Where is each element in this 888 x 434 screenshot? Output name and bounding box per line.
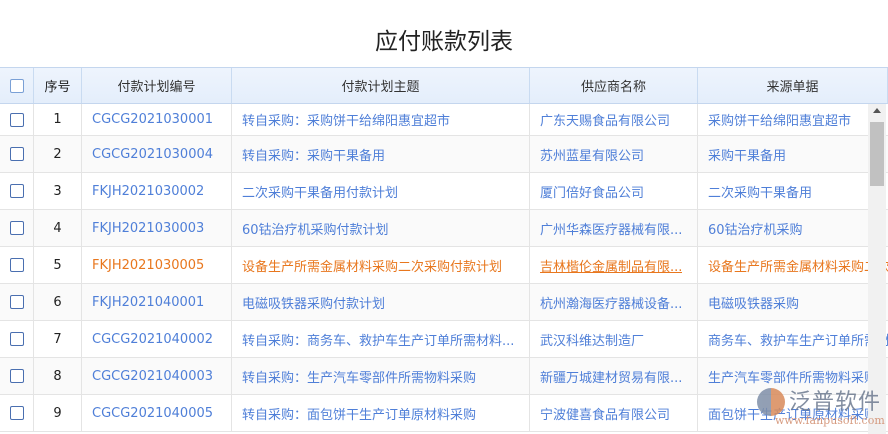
plan-subject-link[interactable]: 60钴治疗机采购付款计划 [242,219,389,238]
supplier-link[interactable]: 苏州蓝星有限公司 [540,145,644,164]
table-row[interactable]: 8 CGCG2021040003 转自采购：生产汽车零部件所需物料采购 新疆万城… [0,358,888,395]
source-document-link[interactable]: 60钴治疗机采购 [708,219,803,238]
table-row[interactable]: 9 CGCG2021040005 转自采购：面包饼干生产订单原材料采购 宁波健喜… [0,395,888,432]
row-number: 8 [53,368,62,384]
source-document-link[interactable]: 商务车、救护车生产订单所需材料 [708,330,888,349]
plan-subject-link[interactable]: 转自采购：商务车、救护车生产订单所需材料... [242,330,514,349]
row-number: 1 [53,112,62,127]
column-header-supplier[interactable]: 供应商名称 [530,68,698,103]
source-document-link[interactable]: 生产汽车零部件所需物料采购 [708,367,877,386]
table-header: 序号 付款计划编号 付款计划主题 供应商名称 来源单据 [0,68,888,104]
plan-code-link[interactable]: CGCG2021030004 [92,147,213,162]
supplier-link[interactable]: 武汉科维达制造厂 [540,330,644,349]
table-row[interactable]: 7 CGCG2021040002 转自采购：商务车、救护车生产订单所需材料...… [0,321,888,358]
table-row[interactable]: 1 CGCG2021030001 转自采购：采购饼干给绵阳惠宜超市 广东天赐食品… [0,104,888,136]
watermark-name: 泛普软件 [789,390,882,415]
fanpu-logo-icon [757,388,785,416]
plan-subject-link[interactable]: 设备生产所需金属材料采购二次采购付款计划 [242,256,502,275]
source-document-link[interactable]: 设备生产所需金属材料采购二次采购 [708,256,888,275]
supplier-link[interactable]: 广州华森医疗器械有限... [540,219,682,238]
plan-subject-link[interactable]: 转自采购：采购饼干给绵阳惠宜超市 [242,110,450,129]
page-title: 应付账款列表 [375,29,513,55]
plan-code-link[interactable]: CGCG2021030001 [92,112,213,127]
table-row[interactable]: 5 FKJH2021030005 设备生产所需金属材料采购二次采购付款计划 吉林… [0,247,888,284]
row-number: 9 [53,405,62,421]
plan-code-link[interactable]: FKJH2021040001 [92,295,204,310]
plan-subject-link[interactable]: 转自采购：面包饼干生产订单原材料采购 [242,404,476,423]
row-checkbox[interactable] [9,406,24,420]
row-number: 5 [53,257,62,273]
row-checkbox[interactable] [9,147,24,161]
row-number: 3 [53,183,62,199]
plan-code-link[interactable]: CGCG2021040003 [92,369,213,384]
supplier-link[interactable]: 新疆万城建材贸易有限... [540,367,682,386]
row-checkbox[interactable] [9,258,24,272]
plan-subject-link[interactable]: 二次采购干果备用付款计划 [242,182,398,201]
column-header-code[interactable]: 付款计划编号 [82,68,232,103]
payables-table: 序号 付款计划编号 付款计划主题 供应商名称 来源单据 1 CGCG202103… [0,67,888,434]
row-checkbox[interactable] [9,332,24,346]
source-document-link[interactable]: 二次采购干果备用 [708,182,812,201]
row-number: 7 [53,331,62,347]
supplier-link[interactable]: 杭州瀚海医疗器械设备... [540,293,682,312]
plan-subject-link[interactable]: 电磁吸铁器采购付款计划 [242,293,385,312]
supplier-link[interactable]: 宁波健喜食品有限公司 [540,404,670,423]
supplier-link[interactable]: 吉林楷伦金属制品有限... [540,256,682,275]
supplier-link[interactable]: 厦门倍好食品公司 [540,182,644,201]
column-header-no[interactable]: 序号 [34,68,82,103]
watermark-url: www.fanpusoft.com [775,414,885,427]
source-document-link[interactable]: 采购饼干给绵阳惠宜超市 [708,110,851,129]
scroll-up-icon[interactable] [873,108,881,113]
plan-code-link[interactable]: CGCG2021040002 [92,332,213,347]
select-all-checkbox[interactable] [9,78,24,93]
watermark-logo: 泛普软件 www.fanpusoft.com [757,384,887,434]
supplier-link[interactable]: 广东天赐食品有限公司 [540,110,670,129]
source-document-link[interactable]: 采购干果备用 [708,145,786,164]
column-header-subject[interactable]: 付款计划主题 [232,68,530,103]
table-row[interactable]: 3 FKJH2021030002 二次采购干果备用付款计划 厦门倍好食品公司 二… [0,173,888,210]
plan-code-link[interactable]: CGCG2021040005 [92,406,213,421]
plan-code-link[interactable]: FKJH2021030002 [92,184,204,199]
source-document-link[interactable]: 电磁吸铁器采购 [708,293,799,312]
row-checkbox[interactable] [9,112,24,127]
table-row[interactable]: 4 FKJH2021030003 60钴治疗机采购付款计划 广州华森医疗器械有限… [0,210,888,247]
row-number: 4 [53,220,62,236]
row-number: 2 [53,146,62,162]
plan-code-link[interactable]: FKJH2021030003 [92,221,204,236]
row-checkbox[interactable] [9,295,24,309]
row-checkbox[interactable] [9,369,24,383]
column-header-source[interactable]: 来源单据 [698,68,888,103]
table-row[interactable]: 2 CGCG2021030004 转自采购：采购干果备用 苏州蓝星有限公司 采购… [0,136,888,173]
row-number: 6 [53,294,62,310]
plan-code-link[interactable]: FKJH2021030005 [92,258,204,273]
plan-subject-link[interactable]: 转自采购：采购干果备用 [242,145,385,164]
scrollbar-thumb[interactable] [870,122,884,186]
plan-subject-link[interactable]: 转自采购：生产汽车零部件所需物料采购 [242,367,476,386]
row-checkbox[interactable] [9,184,24,198]
row-checkbox[interactable] [9,221,24,235]
table-row[interactable]: 6 FKJH2021040001 电磁吸铁器采购付款计划 杭州瀚海医疗器械设备.… [0,284,888,321]
